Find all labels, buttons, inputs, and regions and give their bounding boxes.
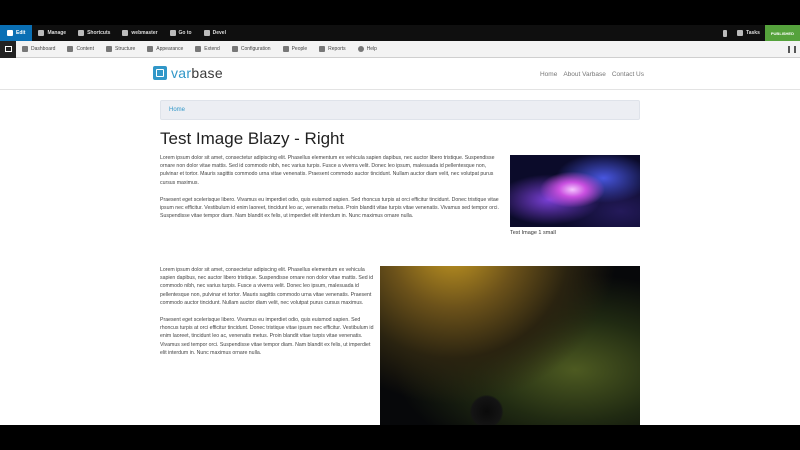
site-header: varbase Home About Varbase Contact Us [0, 58, 800, 90]
planet-image [380, 266, 640, 425]
admin-menu: Dashboard Content Structure Appearance E… [0, 40, 800, 58]
structure-icon [105, 46, 112, 52]
home-icon [4, 46, 12, 52]
letterbox-top [0, 0, 800, 25]
user-icon [122, 30, 129, 36]
toolbar-manage-button[interactable]: Manage [32, 25, 72, 41]
paragraph: Praesent eget scelerisque libero. Vivamu… [160, 317, 374, 356]
status-badge[interactable]: PUBLISHED [764, 25, 800, 41]
breadcrumb-home-link[interactable]: Home [169, 107, 185, 113]
paragraph: Lorem ipsum dolor sit amet, consectetur … [160, 267, 374, 306]
admin-toolbar: Edit Manage Shortcuts webmaster Go to De… [0, 25, 800, 41]
star-icon [78, 30, 85, 36]
toolbar-shortcuts-button[interactable]: Shortcuts [72, 25, 116, 41]
paragraph: Lorem ipsum dolor sit amet, consectetur … [160, 155, 495, 186]
admin-menu-appearance[interactable]: Appearance [141, 41, 189, 58]
image-caption: Test Image 1 small [510, 230, 556, 236]
image-small-figure: Test Image 1 small [510, 155, 640, 236]
admin-menu-dashboard[interactable]: Dashboard [16, 41, 61, 58]
phone-icon [723, 29, 728, 37]
admin-menu-content[interactable]: Content [61, 41, 100, 58]
admin-menu-reports[interactable]: Reports [313, 41, 352, 58]
varbase-logo-icon [153, 66, 167, 80]
block1-text: Lorem ipsum dolor sit amet, consectetur … [160, 154, 502, 220]
page-title: Test Image Blazy - Right [160, 129, 345, 148]
logo-text: varbase [171, 65, 223, 81]
puzzle-icon [195, 46, 202, 52]
home-button[interactable] [0, 40, 16, 58]
gear-icon [203, 30, 210, 36]
menu-icon [38, 30, 45, 36]
help-icon [357, 46, 364, 52]
admin-menu-people[interactable]: People [277, 41, 314, 58]
toolbar-user-button[interactable]: webmaster [116, 25, 163, 41]
paragraph: Praesent eget scelerisque libero. Vivamu… [160, 196, 499, 220]
collapse-toolbar-icon[interactable] [788, 46, 796, 53]
site-logo[interactable]: varbase [153, 65, 223, 81]
wrench-icon [231, 46, 238, 52]
dashboard-icon [22, 46, 28, 52]
block2-text: Lorem ipsum dolor sit amet, consectetur … [160, 266, 376, 357]
toolbar-tasks-button[interactable]: Tasks [732, 25, 765, 41]
nav-contact-us[interactable]: Contact Us [612, 71, 644, 78]
content-icon [67, 46, 74, 52]
toolbar-device-button[interactable] [718, 25, 732, 41]
main-nav: Home About Varbase Contact Us [540, 71, 644, 78]
paintbrush-icon [147, 46, 154, 52]
nebula-image [510, 155, 640, 227]
letterbox-bottom [0, 425, 800, 450]
main-content: Home Test Image Blazy - Right Lorem ipsu… [160, 100, 640, 425]
browser-viewport: Edit Manage Shortcuts webmaster Go to De… [0, 25, 800, 425]
admin-menu-help[interactable]: Help [352, 41, 383, 58]
breadcrumb: Home [160, 100, 640, 120]
toolbar-edit-button[interactable]: Edit [0, 25, 33, 41]
admin-menu-structure[interactable]: Structure [100, 41, 141, 58]
admin-menu-extend[interactable]: Extend [189, 41, 226, 58]
people-icon [282, 46, 289, 52]
compass-icon [169, 30, 176, 36]
admin-menu-configuration[interactable]: Configuration [226, 41, 277, 58]
nav-about-varbase[interactable]: About Varbase [563, 71, 606, 78]
nav-home[interactable]: Home [540, 71, 557, 78]
tasks-icon [737, 30, 744, 36]
pencil-icon [7, 30, 13, 36]
reports-icon [319, 46, 326, 52]
content-block-small-image: Lorem ipsum dolor sit amet, consectetur … [160, 154, 640, 258]
toolbar-devel-button[interactable]: Devel [198, 25, 232, 41]
toolbar-goto-button[interactable]: Go to [164, 25, 198, 41]
content-block-large-image: Lorem ipsum dolor sit amet, consectetur … [160, 266, 640, 425]
